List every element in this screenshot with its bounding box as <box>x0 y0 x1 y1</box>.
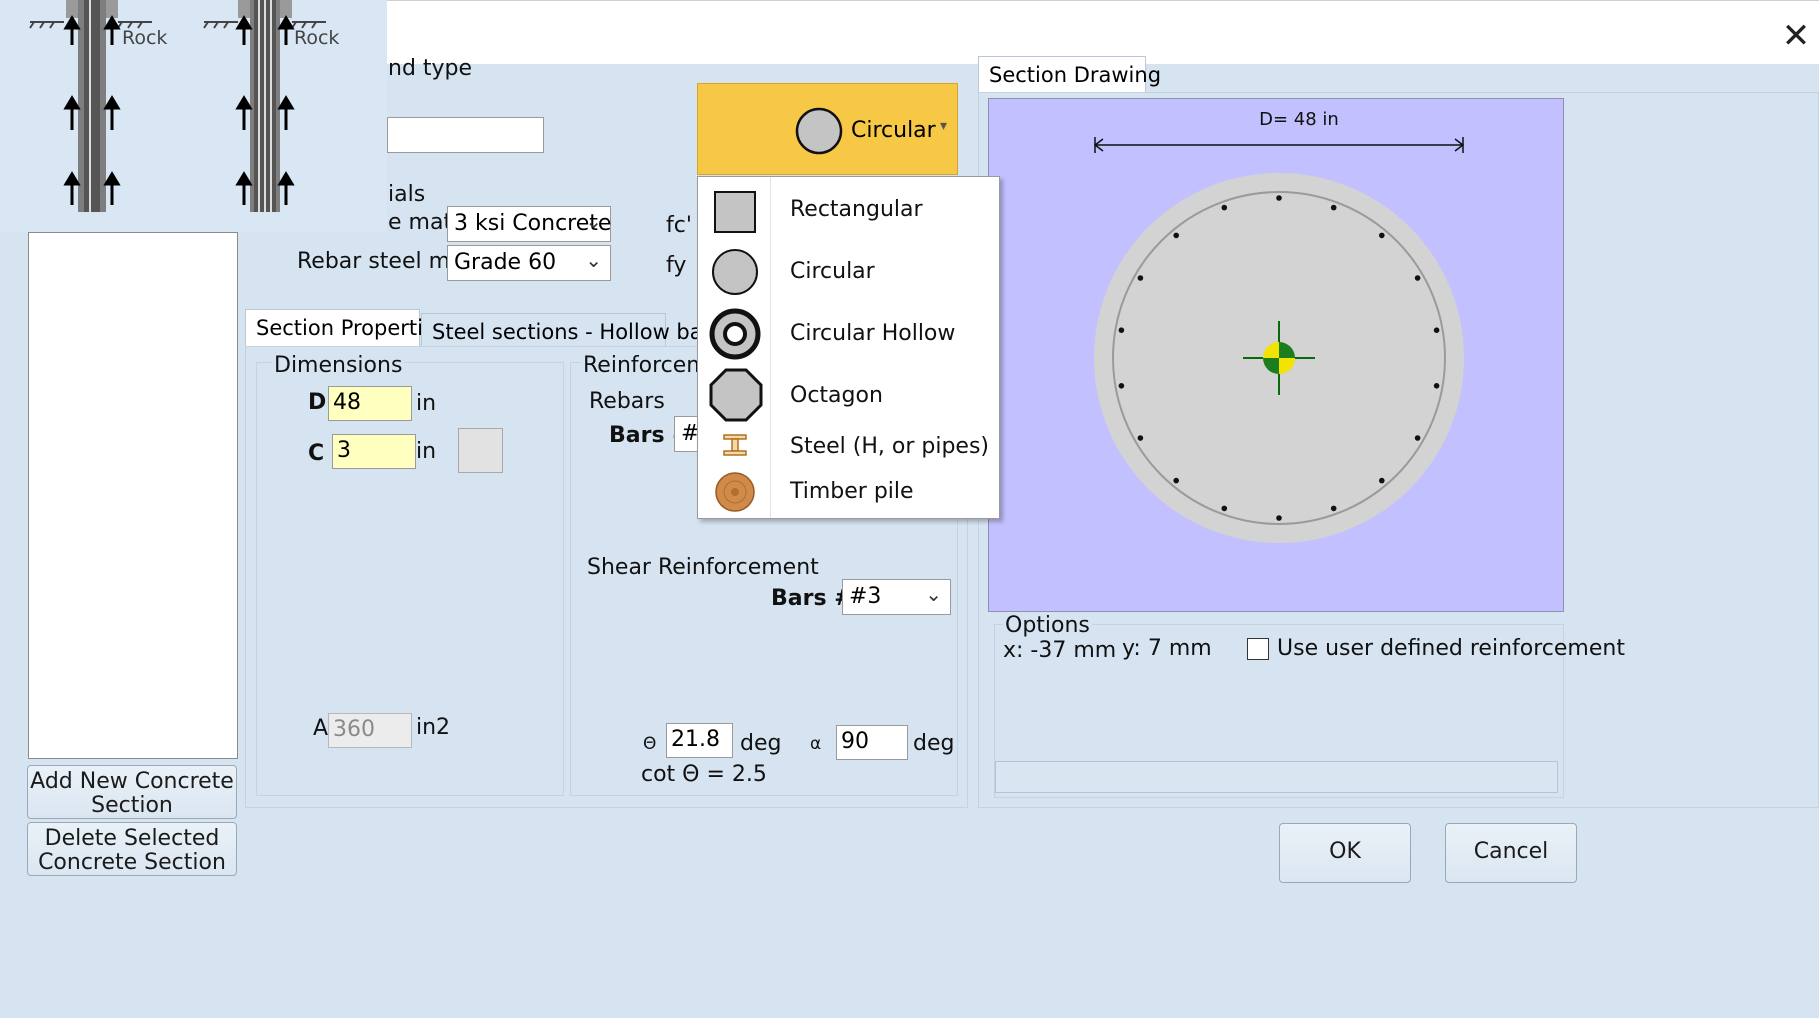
shape-selector-button[interactable]: Circular ▾ <box>697 83 958 175</box>
d-label: D <box>308 390 327 415</box>
circle-icon <box>795 107 843 155</box>
menu-item-circular[interactable]: Circular <box>698 243 998 301</box>
rebar-dot <box>1137 275 1144 281</box>
rebar-dot <box>1118 383 1125 389</box>
close-icon[interactable]: ✕ <box>1772 14 1819 62</box>
color-swatch-button[interactable] <box>458 428 503 473</box>
menu-item-label: Circular <box>790 259 875 284</box>
shape-dropdown-menu: Rectangular Circular Circular Hollow Oct… <box>697 176 1000 519</box>
rebar-dot <box>1379 232 1385 239</box>
rebar-dot <box>1414 275 1421 281</box>
chevron-down-icon: ⌄ <box>585 209 602 233</box>
centroid-marker <box>1263 342 1295 374</box>
section-list[interactable] <box>28 232 238 759</box>
add-section-button[interactable]: Add New Concrete Section <box>27 765 237 819</box>
progress-bar <box>995 761 1558 793</box>
menu-item-rectangular[interactable]: Rectangular <box>698 181 998 239</box>
alpha-input[interactable]: 90 <box>836 725 908 760</box>
tab-steel-sections[interactable]: Steel sections - Hollow bars <box>421 313 722 347</box>
rebar-dot <box>1379 477 1385 484</box>
fc-label: fc' <box>666 213 692 238</box>
steel-h-icon <box>723 434 747 456</box>
cot-theta-text: cot Θ = 2.5 <box>641 762 767 787</box>
fy-label: fy <box>666 253 687 278</box>
rebar-dot <box>1330 505 1337 512</box>
x-readout: x: -37 mm <box>1003 638 1117 663</box>
shear-bars-label: Bars # <box>771 586 853 611</box>
d-unit: in <box>416 391 437 416</box>
menu-item-label: Timber pile <box>790 479 914 504</box>
rebar-dot <box>1433 327 1440 333</box>
theta-input[interactable]: 21.8 <box>666 723 733 758</box>
rebar-dot <box>1221 505 1228 512</box>
menu-item-timber[interactable]: Timber pile <box>698 469 998 513</box>
d-input[interactable]: 48 <box>328 386 412 421</box>
pile-diagram: Rock Rock <box>29 0 339 212</box>
menu-item-steel[interactable]: Steel (H, or pipes) <box>698 424 998 468</box>
dropdown-arrow-icon: ▾ <box>940 118 948 134</box>
theta-unit: deg <box>740 731 782 756</box>
user-reinforcement-label: Use user defined reinforcement <box>1277 636 1625 661</box>
tab-section-properties[interactable]: Section Properties <box>245 309 447 347</box>
area-unit: in2 <box>416 715 451 740</box>
chevron-down-icon: ⌄ <box>585 248 602 272</box>
shear-title: Shear Reinforcement <box>587 555 819 580</box>
menu-item-octagon[interactable]: Octagon <box>698 367 998 425</box>
timber-icon <box>715 472 755 512</box>
menu-item-label: Steel (H, or pipes) <box>790 434 989 459</box>
section-canvas[interactable]: D= 48 in <box>988 98 1564 612</box>
rebar-dot <box>1221 204 1228 211</box>
menu-item-circular-hollow[interactable]: Circular Hollow <box>698 305 998 363</box>
alpha-symbol: α <box>810 734 822 754</box>
tab-section-drawing[interactable]: Section Drawing <box>978 56 1161 94</box>
pile-thumbnail: Rock Rock <box>0 0 387 232</box>
rebar-material-select[interactable]: Grade 60 ⌄ <box>447 245 611 281</box>
rebar-dot <box>1276 195 1282 201</box>
section-name-input[interactable] <box>387 117 544 153</box>
rebars-label: Rebars <box>589 389 665 414</box>
concrete-material-select[interactable]: 3 ksi Concrete ⌄ <box>447 206 611 242</box>
rebar-dot <box>1330 204 1337 211</box>
menu-item-label: Rectangular <box>790 197 923 222</box>
rock-label-left: Rock <box>122 27 167 49</box>
a-label: A <box>313 716 329 741</box>
chevron-down-icon: ⌄ <box>925 582 942 606</box>
rebar-dot <box>1414 435 1421 441</box>
delete-section-button[interactable]: Delete Selected Concrete Section <box>27 822 237 876</box>
dimensions-title: Dimensions <box>272 353 405 378</box>
rebar-dot <box>1118 327 1125 333</box>
alpha-unit: deg <box>913 731 955 756</box>
c-unit: in <box>416 439 437 464</box>
options-title: Options <box>1003 613 1092 638</box>
menu-item-label: Circular Hollow <box>790 321 956 346</box>
rebar-dot <box>1276 515 1282 521</box>
shear-bars-select[interactable]: #3 ⌄ <box>842 579 951 615</box>
ok-button[interactable]: OK <box>1279 823 1411 883</box>
square-icon <box>714 191 756 233</box>
section-type-label: nd type <box>388 56 473 81</box>
rebar-dot <box>1137 435 1144 441</box>
diameter-label: D= 48 in <box>1259 109 1339 130</box>
shear-bars-value: #3 <box>849 584 882 609</box>
rebar-material-value: Grade 60 <box>454 250 557 275</box>
theta-symbol: Θ <box>643 734 657 754</box>
circle-icon <box>712 249 758 295</box>
c-input[interactable]: 3 <box>332 434 416 469</box>
area-input: 360 <box>328 713 412 748</box>
shape-selector-label: Circular <box>851 118 936 143</box>
hollow-circle-icon <box>709 308 761 360</box>
user-reinforcement-checkbox[interactable] <box>1247 638 1269 660</box>
menu-item-label: Octagon <box>790 383 883 408</box>
section-drawing: D= 48 in <box>1093 109 1465 543</box>
c-label: C <box>308 441 325 466</box>
cancel-button[interactable]: Cancel <box>1445 823 1577 883</box>
rebar-dot <box>1433 383 1440 389</box>
octagon-icon <box>709 368 763 422</box>
rebar-dot <box>1173 477 1179 484</box>
rock-label-right: Rock <box>294 27 339 49</box>
rebar-dot <box>1173 232 1179 239</box>
y-readout: y: 7 mm <box>1122 636 1212 661</box>
materials-label: ials <box>388 182 426 207</box>
